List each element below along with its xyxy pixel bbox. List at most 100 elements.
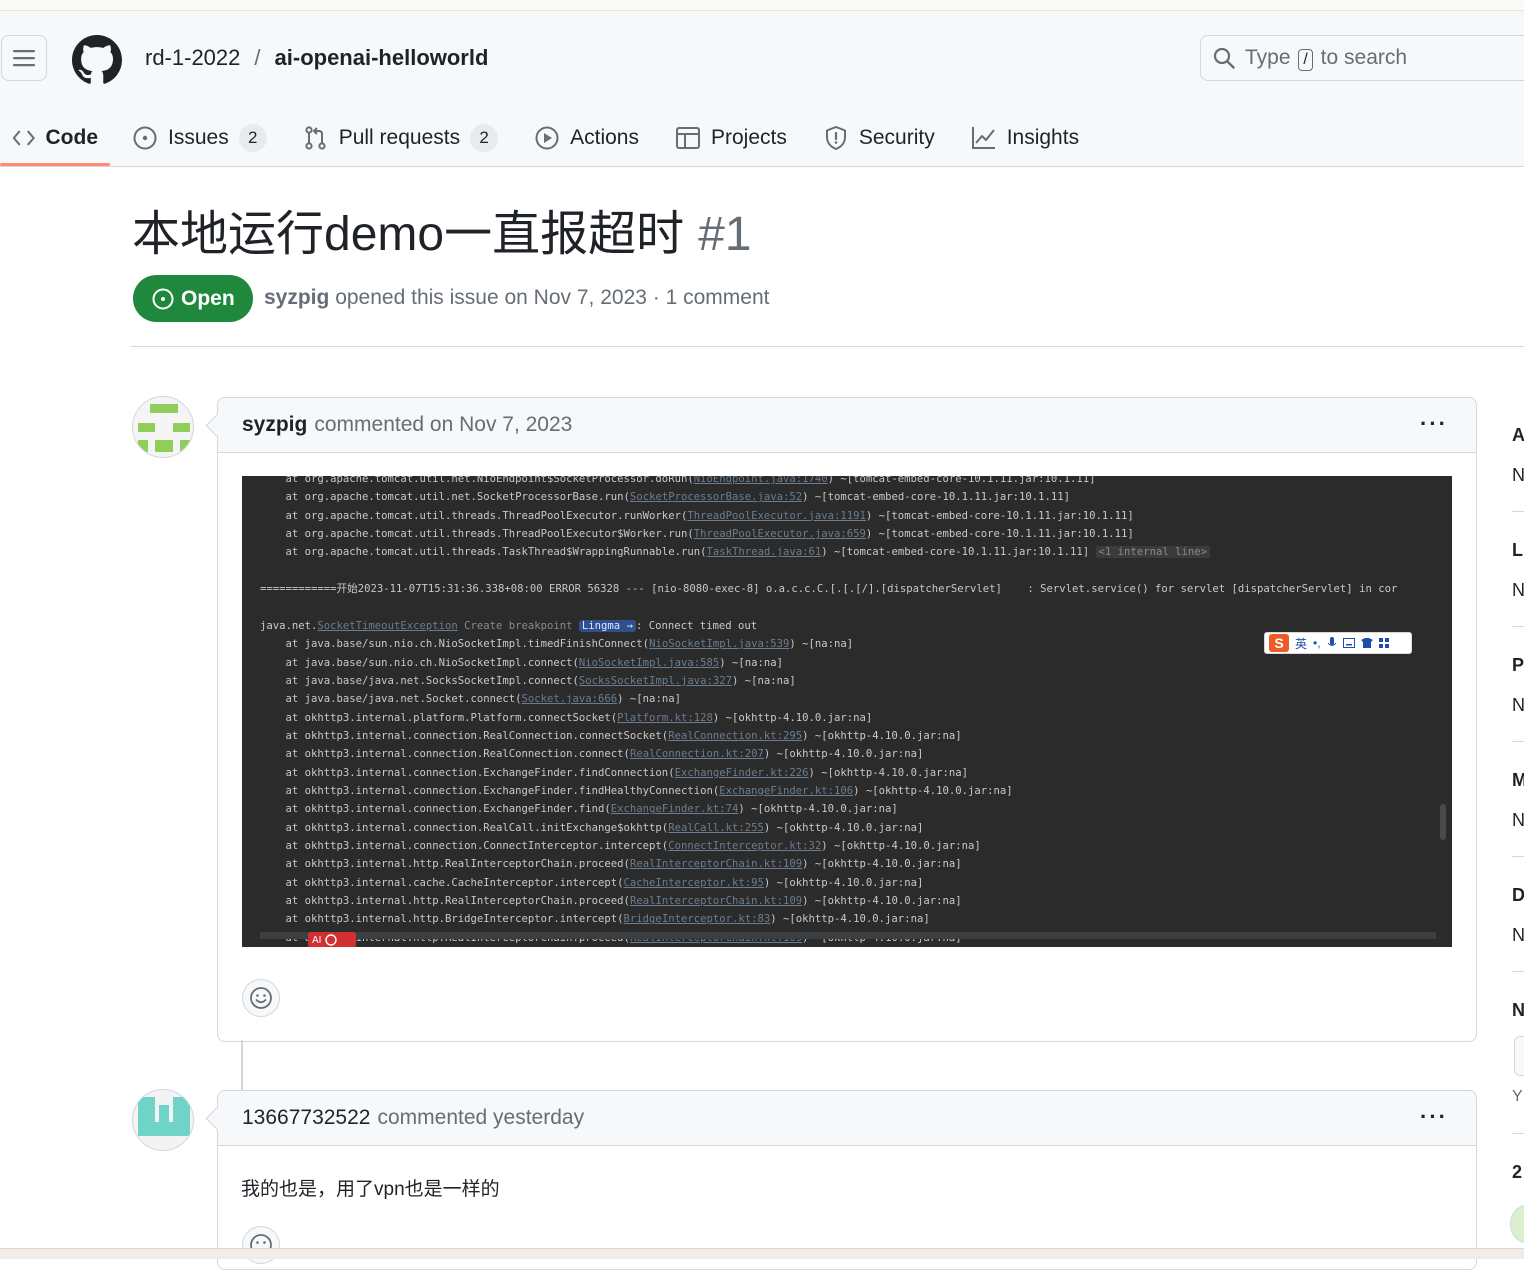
ai-label: AI — [312, 934, 322, 946]
console-text: ) ~[okhttp-4.10.0.jar:na] — [763, 876, 924, 889]
add-reaction-button[interactable] — [242, 979, 280, 1017]
console-text: ) ~[na:na] — [789, 638, 854, 651]
source-link[interactable]: NioSocketImpl.java:539 — [649, 638, 789, 650]
ide-horizontal-scrollbar — [260, 932, 1436, 939]
console-text: ) ~[tomcat-embed-core-10.1.11.jar:10.1.1… — [821, 546, 1096, 559]
source-link[interactable]: SocketTimeoutException — [317, 620, 457, 632]
identicon-avatar-icon — [138, 1097, 190, 1136]
comment-author-link[interactable]: syzpig — [242, 413, 307, 437]
console-line: at okhttp3.internal.http.RealInterceptor… — [260, 855, 962, 873]
console-text: at okhttp3.internal.platform.Platform.co… — [260, 711, 618, 724]
source-link[interactable]: CacheInterceptor.kt:95 — [624, 877, 764, 889]
comment-timestamp[interactable]: commented yesterday — [377, 1106, 584, 1130]
comment-body: 我的也是，用了vpn也是一样的 — [241, 1179, 500, 1200]
sidebar-heading-projects[interactable]: P — [1512, 655, 1524, 676]
github-logo-icon[interactable] — [72, 35, 122, 85]
source-link[interactable]: Socket.java:666 — [522, 693, 618, 705]
comment-timestamp[interactable]: commented on Nov 7, 2023 — [314, 413, 572, 437]
git-pull-request-icon — [305, 126, 326, 150]
console-line: ============开始2023-11-07T15:31:36.338+08… — [260, 580, 1397, 598]
tab-projects[interactable]: Projects — [675, 110, 787, 166]
console-text: ) ~[na:na] — [719, 656, 784, 669]
source-link[interactable]: NioEndpoint.java:1740 — [694, 476, 828, 485]
console-text: at org.apache.tomcat.util.threads.Thread… — [260, 528, 694, 541]
comment-header: syzpig commented on Nov 7, 2023 ··· — [218, 398, 1476, 453]
menu-button[interactable] — [1, 35, 47, 81]
sidebar-value: N — [1512, 925, 1524, 945]
console-text: at okhttp3.internal.http.BridgeIntercept… — [260, 913, 624, 926]
browser-bottom-strip — [0, 1248, 1524, 1259]
participant-avatar[interactable] — [1510, 1205, 1524, 1243]
console-text: ) ~[tomcat-embed-core-10.1.11.jar:10.1.1… — [827, 476, 1096, 485]
sidebar-value: N — [1512, 465, 1524, 485]
tab-code[interactable]: Code — [0, 110, 110, 166]
console-text: at okhttp3.internal.http.RealInterceptor… — [260, 858, 630, 871]
repo-header: rd-1-2022 / ai-openai-helloworld Type / … — [0, 11, 1524, 167]
sidebar-heading-milestone[interactable]: M — [1512, 770, 1524, 791]
source-link[interactable]: RealInterceptorChain.kt:109 — [630, 858, 802, 870]
issue-author-link[interactable]: syzpig — [264, 286, 329, 309]
tab-security-label: Security — [858, 126, 935, 149]
search-placeholder-prefix: Type — [1245, 45, 1291, 69]
avatar[interactable] — [132, 1089, 194, 1151]
graph-icon — [971, 127, 995, 149]
tab-security[interactable]: Security — [823, 110, 935, 166]
source-link[interactable]: ExchangeFinder.kt:74 — [611, 803, 739, 815]
tab-actions-label: Actions — [570, 126, 639, 149]
console-line: at okhttp3.internal.platform.Platform.co… — [260, 709, 873, 727]
console-text: ) ~[na:na] — [731, 674, 796, 687]
apps-grid-icon — [1378, 638, 1389, 648]
console-line: at org.apache.tomcat.util.net.NioEndpoin… — [260, 476, 1096, 488]
repo-name-link[interactable]: ai-openai-helloworld — [275, 45, 489, 71]
source-link[interactable]: ThreadPoolExecutor.java:659 — [694, 528, 866, 540]
comment-options-button[interactable]: ··· — [1420, 1104, 1448, 1130]
tab-issues-label: Issues — [168, 126, 229, 149]
tab-pull-requests[interactable]: Pull requests 2 — [303, 110, 499, 166]
sidebar-heading-assignees[interactable]: A — [1512, 425, 1524, 446]
tab-insights[interactable]: Insights — [971, 110, 1079, 166]
console-text: ) ~[tomcat-embed-core-10.1.11.jar:10.1.1… — [865, 509, 1134, 522]
search-icon — [1213, 47, 1235, 69]
source-link[interactable]: SocksSocketImpl.java:327 — [579, 675, 732, 687]
sidebar-heading-labels[interactable]: L — [1512, 540, 1523, 561]
source-link[interactable]: RealConnection.kt:295 — [668, 730, 802, 742]
search-placeholder-suffix: to search — [1320, 45, 1408, 69]
avatar[interactable] — [132, 396, 194, 458]
source-link[interactable]: RealConnection.kt:207 — [630, 748, 764, 760]
console-text: ) ~[okhttp-4.10.0.jar:na] — [808, 766, 968, 779]
console-text: ) ~[tomcat-embed-core-10.1.11.jar:10.1.1… — [865, 528, 1134, 541]
search-input[interactable]: Type / to search — [1200, 35, 1524, 81]
sidebar-notification-text: Y — [1512, 1088, 1523, 1105]
table-icon — [675, 127, 700, 149]
source-link[interactable]: BridgeInterceptor.kt:83 — [624, 913, 771, 925]
source-link[interactable]: ExchangeFinder.kt:106 — [719, 785, 853, 797]
console-text: ) ~[tomcat-embed-core-10.1.11.jar:10.1.1… — [802, 491, 1071, 504]
console-text: ============开始2023-11-07T15:31:36.338+08… — [260, 583, 1398, 596]
source-link[interactable]: RealInterceptorChain.kt:109 — [630, 895, 802, 907]
sidebar-heading-participants: 2 — [1512, 1162, 1523, 1182]
ime-language-label: 英 — [1295, 636, 1308, 651]
source-link[interactable]: SocketProcessorBase.java:52 — [630, 491, 802, 503]
console-text: ) ~[okhttp-4.10.0.jar:na] — [763, 748, 924, 761]
comment-attached-screenshot[interactable]: at org.apache.tomcat.util.net.NioEndpoin… — [242, 476, 1452, 947]
subscribe-button[interactable] — [1514, 1036, 1524, 1076]
source-link[interactable]: RealCall.kt:255 — [668, 822, 764, 834]
internal-line-hint: <1 internal line> — [1095, 546, 1210, 559]
breadcrumb-separator: / — [254, 45, 261, 70]
tab-projects-label: Projects — [710, 126, 787, 149]
repo-owner-link[interactable]: rd-1-2022 — [145, 45, 240, 71]
source-link[interactable]: ConnectInterceptor.kt:32 — [668, 840, 821, 852]
source-link[interactable]: TaskThread.java:61 — [706, 546, 821, 558]
source-link[interactable]: Platform.kt:128 — [617, 712, 713, 724]
source-link[interactable]: ExchangeFinder.kt:226 — [675, 767, 809, 779]
record-icon — [325, 934, 338, 946]
ime-punctuation-icon: •, — [1313, 636, 1321, 650]
source-link[interactable]: ThreadPoolExecutor.java:1191 — [687, 510, 866, 522]
comment-author-link[interactable]: 13667732522 — [242, 1106, 370, 1130]
source-link[interactable]: NioSocketImpl.java:585 — [579, 657, 719, 669]
tab-actions[interactable]: Actions — [534, 110, 639, 166]
tab-issues[interactable]: Issues 2 — [132, 110, 267, 166]
sidebar-heading-development[interactable]: D — [1512, 885, 1524, 906]
console-text: at org.apache.tomcat.util.threads.TaskTh… — [260, 546, 707, 559]
comment-options-button[interactable]: ··· — [1420, 411, 1448, 437]
